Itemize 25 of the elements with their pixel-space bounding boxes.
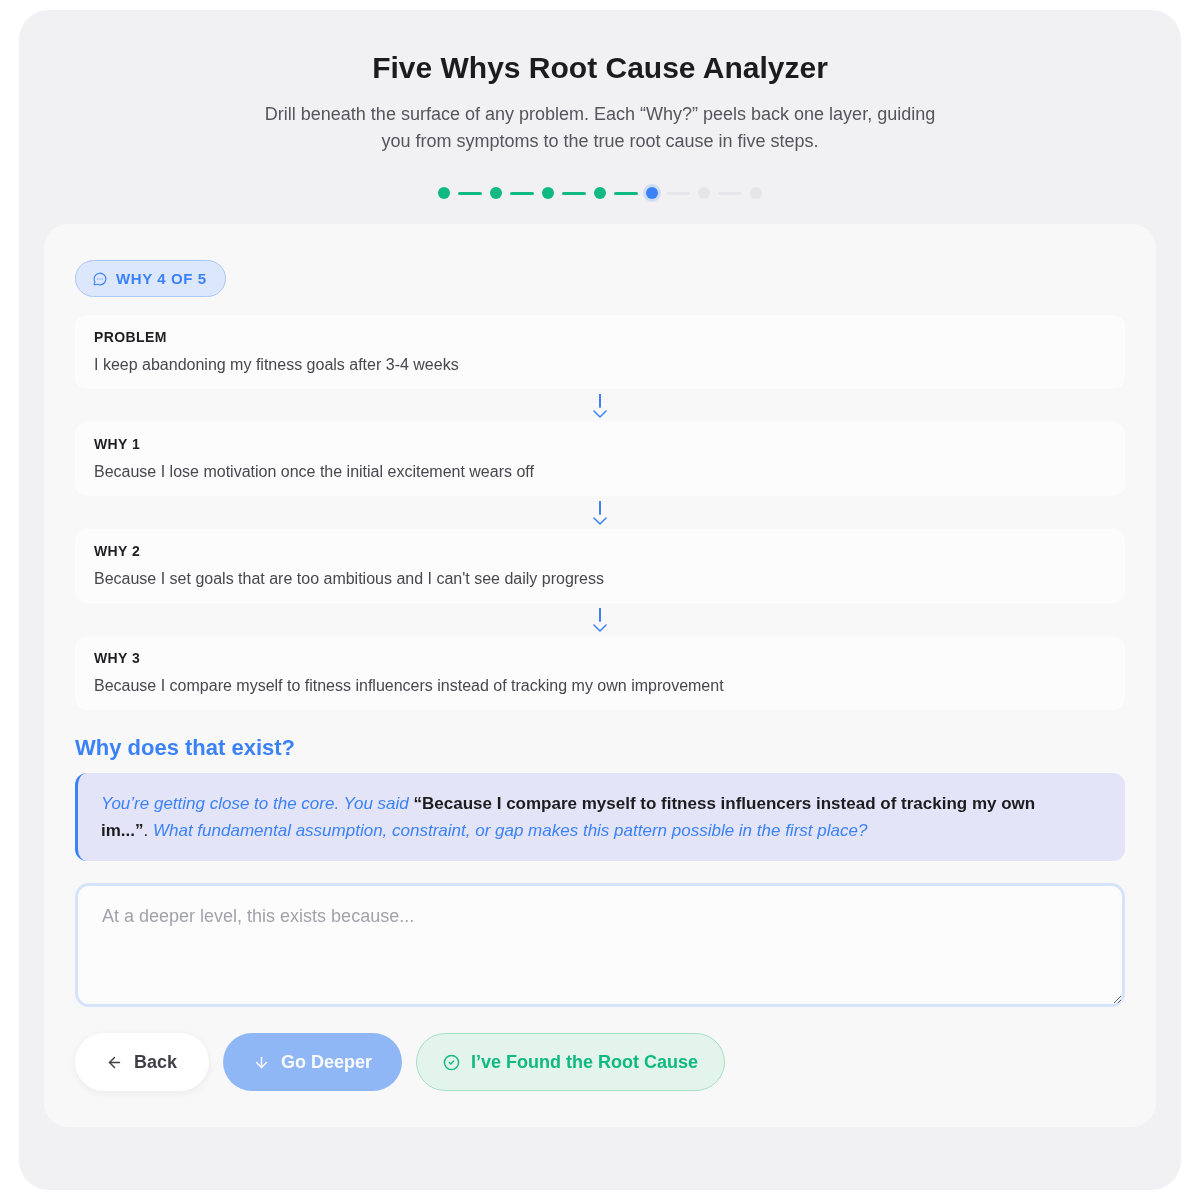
chat-bubble-icon: [93, 271, 107, 286]
answer-field[interactable]: At a deeper level, this exists because...: [75, 883, 1125, 1007]
prompt-callout: You’re getting close to the core. You said “Because I compare myself to fitness influencers instead of tracking my own im...”. What fundamental assumption, constraint, or gap makes this pattern possible in the first place?: [75, 773, 1125, 861]
step-connector-line: [510, 191, 534, 195]
step-label: WHY 2: [94, 542, 142, 560]
step-connector-line: [458, 191, 482, 195]
step-text: Because I compare myself to fitness influencers instead of tracking my own improvement: [94, 676, 725, 696]
step-label: PROBLEM: [94, 328, 168, 346]
page-title: Five Whys Root Cause Analyzer: [372, 50, 828, 86]
page-subtitle: Drill beneath the surface of any problem. Each “Why?” peels back one layer, guiding you from symptoms to the true root cause in five steps.: [263, 103, 937, 153]
step-label: WHY 1: [94, 435, 142, 453]
back-button[interactable]: Back: [75, 1033, 210, 1091]
found-root-cause-button[interactable]: I’ve Found the Root Cause: [416, 1033, 726, 1091]
down-arrow-icon: [593, 393, 607, 418]
down-arrow-icon: [593, 500, 607, 525]
down-arrow-icon: [593, 607, 607, 632]
step-text: I keep abandoning my fitness goals after 3-4 weeks: [94, 355, 460, 375]
check-circle-icon: [443, 1053, 461, 1071]
step-counter-text: WHY 4 OF 5: [116, 270, 207, 287]
step-connector-line: [614, 191, 638, 195]
question-heading: Why does that exist?: [75, 734, 297, 762]
step-text: Because I set goals that are too ambitious and I can't see daily progress: [94, 569, 605, 589]
step-text: Because I lose motivation once the initial excitement wears off: [94, 462, 535, 482]
step-connector-line: [562, 191, 586, 195]
step-label: WHY 3: [94, 649, 142, 667]
